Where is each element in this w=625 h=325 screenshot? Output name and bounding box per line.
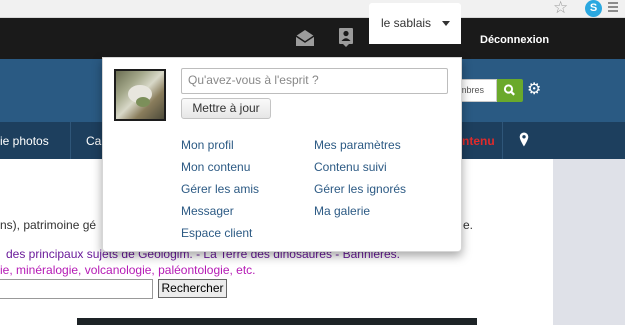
menu-link-followed[interactable]: Contenu suivi — [314, 160, 387, 174]
browser-toolbar: ☆ S — [0, 0, 625, 18]
avatar[interactable] — [114, 69, 166, 121]
skype-extension-icon[interactable]: S — [585, 0, 602, 17]
nav-divider — [70, 122, 71, 159]
menu-link-content[interactable]: Mon contenu — [181, 160, 250, 174]
menu-link-gallery[interactable]: Ma galerie — [314, 204, 370, 218]
content-text-line-end: e. — [463, 218, 474, 232]
map-pin-icon[interactable] — [519, 132, 529, 147]
menu-link-messenger[interactable]: Messager — [181, 204, 234, 218]
search-icon — [503, 84, 515, 96]
right-sidebar — [553, 159, 625, 325]
menu-link-client-space[interactable]: Espace client — [181, 226, 252, 240]
contact-card-icon[interactable] — [338, 27, 354, 48]
nav-item-photos[interactable]: ie photos — [0, 134, 49, 148]
site-search-input[interactable] — [0, 279, 153, 299]
nav-divider — [502, 122, 503, 159]
content-text-line: ns), patrimoine gé — [0, 218, 97, 232]
user-dropdown-menu: Qu'avez-vous à l'esprit ? Mettre à jour … — [102, 57, 462, 252]
menu-link-friends[interactable]: Gérer les amis — [181, 182, 259, 196]
username-label: le sablais — [381, 16, 432, 30]
nav-item-ca[interactable]: Ca — [86, 134, 101, 148]
status-input[interactable]: Qu'avez-vous à l'esprit ? — [181, 68, 448, 94]
main-nav-right — [553, 122, 625, 159]
mail-icon[interactable] — [294, 28, 316, 48]
site-header-right — [553, 59, 625, 122]
content-image — [77, 318, 477, 325]
browser-menu-icon[interactable] — [608, 2, 618, 14]
menu-link-profile[interactable]: Mon profil — [181, 138, 234, 152]
content-topics-line[interactable]: ie, minéralogie, volcanologie, paléontol… — [0, 263, 256, 277]
logout-link[interactable]: Déconnexion — [480, 34, 549, 46]
user-menu-tab[interactable]: le sablais — [369, 3, 461, 44]
search-button[interactable] — [497, 79, 523, 102]
search-submit-button[interactable]: Rechercher — [158, 279, 227, 298]
nav-item-contenu[interactable]: ntenu — [462, 134, 495, 148]
update-status-button[interactable]: Mettre à jour — [181, 98, 271, 119]
menu-link-settings[interactable]: Mes paramètres — [314, 138, 401, 152]
gear-icon[interactable]: ⚙ — [527, 82, 541, 98]
menu-link-ignored[interactable]: Gérer les ignorés — [314, 182, 406, 196]
top-bar: Déconnexion — [0, 18, 625, 59]
bookmark-star-icon[interactable]: ☆ — [553, 0, 568, 18]
caret-down-icon — [442, 21, 450, 26]
